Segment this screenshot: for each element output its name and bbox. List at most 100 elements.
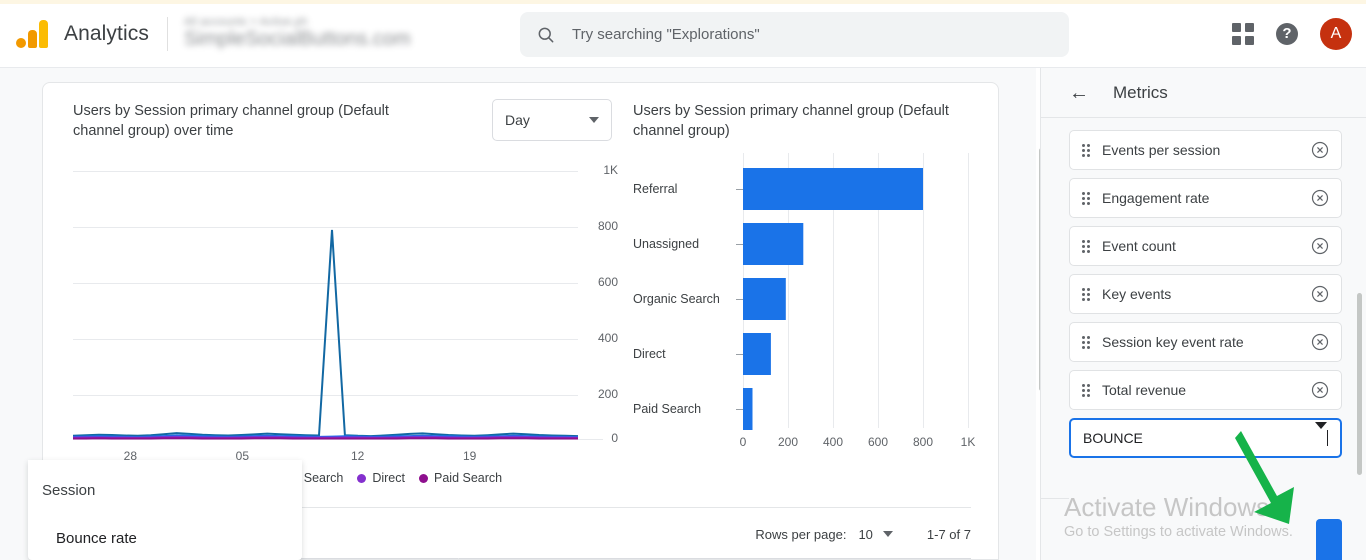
drag-handle-icon[interactable] <box>1082 335 1090 349</box>
help-question-icon[interactable]: ? <box>1276 23 1298 45</box>
rows-per-page-select[interactable]: 10 <box>858 527 893 542</box>
bar-category-label: Organic Search <box>633 292 720 306</box>
header-divider <box>166 16 168 51</box>
remove-circle-icon[interactable] <box>1311 285 1329 303</box>
x-tick-2: 12 <box>351 449 364 463</box>
line-chart-panel: Users by Session primary channel group (… <box>72 99 618 521</box>
metric-dropdown-menu: Session Bounce rate <box>28 460 302 560</box>
bar-category-label: Referral <box>633 182 678 196</box>
caret-down-icon[interactable] <box>1315 422 1327 447</box>
account-property-name: SimpleSocialButtons.com <box>183 28 411 50</box>
remove-circle-icon[interactable] <box>1311 237 1329 255</box>
dropdown-group-label: Session <box>42 482 96 499</box>
legend-color-dot <box>357 473 367 483</box>
metric-combobox-value: BOUNCE <box>1083 430 1143 446</box>
legend-item-direct[interactable]: Direct <box>357 471 405 485</box>
remove-circle-icon[interactable] <box>1311 189 1329 207</box>
search-icon <box>538 27 554 42</box>
metric-chip[interactable]: Total revenue <box>1069 370 1342 410</box>
apps-grid-icon[interactable] <box>1232 23 1254 45</box>
legend-label: Direct <box>372 471 405 485</box>
avatar[interactable]: A <box>1320 18 1352 50</box>
line-chart-svg <box>72 171 603 440</box>
brand-title: Analytics <box>64 21 149 45</box>
drag-handle-icon[interactable] <box>1082 383 1090 397</box>
dropdown-option-bounce-rate[interactable]: Bounce rate <box>56 530 137 547</box>
metric-chip[interactable]: Engagement rate <box>1069 178 1342 218</box>
line-chart-plot: 1K 800 600 400 200 0 28 Apr 05 May 12 <box>72 163 618 477</box>
panel-divider <box>1041 498 1069 499</box>
metric-chip[interactable]: Key events <box>1069 274 1342 314</box>
x-tick-day: 12 <box>351 449 365 463</box>
search-input[interactable] <box>572 26 1053 43</box>
y-tick-600: 600 <box>597 275 618 289</box>
top-bar: Analytics All accounts > Active.ph Simpl… <box>0 0 1366 68</box>
metric-chip[interactable]: Event count <box>1069 226 1342 266</box>
y-tick-1k: 1K <box>603 163 618 177</box>
top-bar-actions: ? A <box>1232 0 1352 68</box>
drag-handle-icon[interactable] <box>1082 143 1090 157</box>
remove-circle-icon[interactable] <box>1311 381 1329 399</box>
apply-button[interactable] <box>1316 519 1342 560</box>
gridlines <box>73 171 603 440</box>
metric-chip[interactable]: Events per session <box>1069 130 1342 170</box>
remove-circle-icon[interactable] <box>1311 333 1329 351</box>
metric-label: Key events <box>1102 286 1172 302</box>
metrics-panel: ← Metrics Events per session Engagement r… <box>1040 68 1366 560</box>
analytics-page: Analytics All accounts > Active.ph Simpl… <box>0 0 1366 560</box>
x-tick-day: 19 <box>463 449 477 463</box>
global-search[interactable] <box>520 12 1069 57</box>
text-cursor <box>1327 430 1328 446</box>
bar-x-tick: 200 <box>777 435 799 449</box>
bar-organic-search[interactable] <box>743 278 786 320</box>
logo-dot <box>16 37 26 48</box>
logo-bar-large <box>39 19 48 48</box>
metric-label: Event count <box>1102 238 1176 254</box>
y-tick-400: 400 <box>597 331 618 345</box>
bar-paid-search[interactable] <box>743 388 753 430</box>
bar-direct[interactable] <box>743 333 771 375</box>
legend-item-paid-search[interactable]: Paid Search <box>419 471 502 485</box>
metric-label: Engagement rate <box>1102 190 1210 206</box>
line-chart-title: Users by Session primary channel group (… <box>73 103 389 139</box>
account-selector[interactable]: All accounts > Active.ph SimpleSocialBut… <box>184 16 411 51</box>
bar-category-label: Direct <box>633 347 666 361</box>
google-analytics-logo[interactable] <box>16 19 48 48</box>
remove-circle-icon[interactable] <box>1311 141 1329 159</box>
bar-category-label: Unassigned <box>633 237 700 251</box>
y-tick-0: 0 <box>611 431 618 445</box>
pagination-range: 1-7 of 7 <box>926 526 971 542</box>
line-series-group <box>72 229 579 440</box>
metric-label: Total revenue <box>1102 382 1187 398</box>
bar-unassigned[interactable] <box>743 223 804 265</box>
metric-chip[interactable]: Session key event rate <box>1069 322 1342 362</box>
granularity-select[interactable]: Day <box>492 99 612 141</box>
x-tick-3: 19 <box>463 449 476 463</box>
granularity-value: Day <box>505 112 530 128</box>
bar-category-label: Paid Search <box>633 402 702 416</box>
bar-x-tick: 1K <box>960 435 976 449</box>
metrics-panel-scrollbar[interactable] <box>1357 293 1362 475</box>
y-tick-200: 200 <box>597 387 618 401</box>
metrics-list: Events per session Engagement rate Event c… <box>1041 118 1366 458</box>
bar-x-tick: 600 <box>867 435 889 449</box>
bar-x-tick: 800 <box>912 435 934 449</box>
metric-label: Events per session <box>1102 142 1221 158</box>
rows-per-page-label: Rows per page: <box>755 526 847 542</box>
drag-handle-icon[interactable] <box>1082 287 1090 301</box>
logo-bar-small <box>28 29 37 48</box>
drag-handle-icon[interactable] <box>1082 191 1090 205</box>
bar-chart-plot: Referral Unassigned Organic Search Direct Pa… <box>633 153 993 453</box>
metric-combobox[interactable]: BOUNCE <box>1069 418 1342 458</box>
legend-color-dot <box>419 473 428 483</box>
drag-handle-icon[interactable] <box>1082 239 1090 253</box>
bar-referral[interactable] <box>743 168 923 210</box>
bar-category-ticks <box>736 189 743 410</box>
metrics-panel-header: ← Metrics <box>1041 68 1366 118</box>
arrow-left-icon[interactable]: ← <box>1069 83 1089 103</box>
line-series-referral <box>72 229 579 438</box>
y-tick-800: 800 <box>597 219 618 233</box>
metric-label: Session key event rate <box>1102 334 1244 350</box>
chevron-down-icon <box>882 531 893 537</box>
bar-chart-title: Users by Session primary channel group (… <box>633 103 949 139</box>
